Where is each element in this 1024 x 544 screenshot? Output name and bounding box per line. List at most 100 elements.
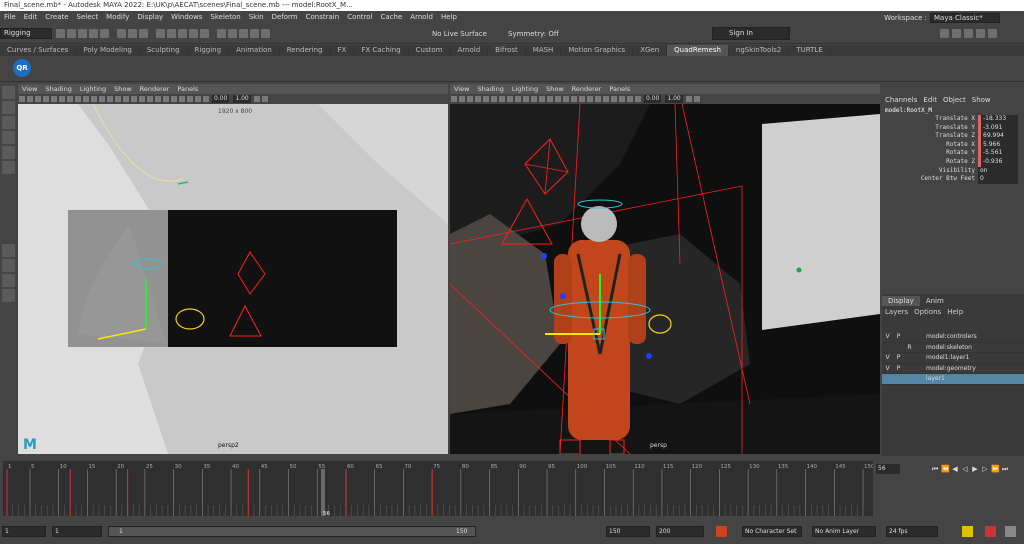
color-management-icon[interactable]	[253, 96, 260, 102]
shelf-tab-animation[interactable]: Animation	[229, 45, 280, 56]
menu-arnold[interactable]: Arnold	[406, 11, 437, 24]
vp-menu-lighting[interactable]: Lighting	[76, 84, 110, 94]
layer-color-swatch[interactable]	[915, 343, 926, 353]
menu-file[interactable]: File	[0, 11, 20, 24]
symmetry-label[interactable]: Symmetry: Off	[508, 30, 559, 38]
render-icon[interactable]	[239, 29, 248, 38]
workspace-dropdown[interactable]: Maya Classic*	[930, 12, 1000, 23]
motion-blur-icon[interactable]	[587, 96, 593, 102]
layer-color-swatch[interactable]	[915, 374, 926, 384]
lasso-tool-icon[interactable]	[2, 101, 15, 114]
layer-tab-display[interactable]: Display	[882, 296, 920, 306]
vp-menu-show[interactable]: Show	[110, 84, 136, 94]
playback-start-field[interactable]: 1	[52, 526, 102, 537]
bookmark-icon[interactable]	[27, 96, 33, 102]
snap-curve-icon[interactable]	[167, 29, 176, 38]
step-back-key-icon[interactable]: ⏪	[941, 465, 950, 473]
textured-icon[interactable]	[123, 96, 129, 102]
shelf-tab-arnold[interactable]: Arnold	[451, 45, 489, 56]
layer-row[interactable]: V Pmodel:controlers	[882, 332, 1024, 343]
layer-display-type[interactable]	[904, 332, 915, 342]
smooth-shade-icon[interactable]	[539, 96, 545, 102]
shelf-tab-sculpting[interactable]: Sculpting	[140, 45, 188, 56]
tool-settings-icon[interactable]	[964, 29, 973, 38]
cb-menu-channels[interactable]: Channels	[882, 94, 920, 106]
menu-deform[interactable]: Deform	[268, 11, 302, 24]
fps-dropdown[interactable]: 24 fps	[886, 526, 938, 537]
xray-joints-icon[interactable]	[195, 96, 201, 102]
shelf-tab-fx[interactable]: FX	[331, 45, 355, 56]
layer-display-type[interactable]	[904, 353, 915, 363]
xray-joints-icon[interactable]	[627, 96, 633, 102]
loop-icon[interactable]	[962, 526, 973, 537]
open-scene-icon[interactable]	[67, 29, 76, 38]
undo-icon[interactable]	[89, 29, 98, 38]
layer-menu-layers[interactable]: Layers	[882, 308, 911, 316]
layer-playback[interactable]: P	[893, 364, 904, 374]
camera-attr-icon[interactable]	[451, 96, 457, 102]
shelf-tab-poly[interactable]: Poly Modeling	[76, 45, 140, 56]
cb-attr-value[interactable]: -5.561	[978, 149, 1018, 158]
cb-menu-object[interactable]: Object	[940, 94, 969, 106]
grid-icon[interactable]	[43, 96, 49, 102]
select-hierarchy-icon[interactable]	[117, 29, 126, 38]
cb-attr-row[interactable]: Translate X -18.333	[882, 115, 1024, 124]
channel-box-icon[interactable]	[976, 29, 985, 38]
vp-menu-panels[interactable]: Panels	[173, 84, 202, 94]
gamma-field[interactable]: 1.00	[233, 95, 251, 103]
shelf-tab-mash[interactable]: MASH	[526, 45, 562, 56]
layer-row[interactable]: Rmodel:skeleton	[882, 343, 1024, 353]
view-transform-icon[interactable]	[261, 96, 268, 102]
anim-layer-dropdown[interactable]: No Anim Layer	[812, 526, 876, 537]
layer-menu-options[interactable]: Options	[911, 308, 944, 316]
shelf-tab-rigging[interactable]: Rigging	[188, 45, 230, 56]
film-gate-icon[interactable]	[51, 96, 57, 102]
menu-modify[interactable]: Modify	[102, 11, 133, 24]
exposure-field[interactable]: 0.00	[644, 95, 662, 103]
lights-icon[interactable]	[563, 96, 569, 102]
cb-attr-value[interactable]: 0	[978, 175, 1018, 184]
scale-tool-icon[interactable]	[2, 161, 15, 174]
vp-menu-view[interactable]: View	[18, 84, 41, 94]
layer-menu-help[interactable]: Help	[944, 308, 966, 316]
shelf-tab-ngskintools[interactable]: ngSkinTools2	[729, 45, 790, 56]
layer-visibility[interactable]: V	[882, 353, 893, 363]
cb-attr-row[interactable]: Translate Z 69.994	[882, 132, 1024, 141]
isolate-select-icon[interactable]	[179, 96, 185, 102]
safe-title-icon[interactable]	[91, 96, 97, 102]
move-tool-icon[interactable]	[2, 131, 15, 144]
cb-menu-edit[interactable]: Edit	[920, 94, 940, 106]
menu-skeleton[interactable]: Skeleton	[206, 11, 244, 24]
animation-end-field[interactable]: 200	[656, 526, 704, 537]
xray-icon[interactable]	[187, 96, 193, 102]
four-view-icon[interactable]	[2, 259, 15, 272]
depth-of-field-icon[interactable]	[603, 96, 609, 102]
cb-attr-value[interactable]: 5.966	[978, 140, 1018, 150]
safe-action-icon[interactable]	[515, 96, 521, 102]
viewport-right-canvas[interactable]: persp	[450, 104, 880, 454]
cb-attr-row[interactable]: Translate Y -3.091	[882, 123, 1024, 133]
ipr-icon[interactable]	[250, 29, 259, 38]
menu-edit[interactable]: Edit	[20, 11, 42, 24]
image-plane-icon[interactable]	[35, 96, 41, 102]
cb-attr-row[interactable]: Rotate Y -5.561	[882, 149, 1024, 158]
modeling-toolkit-icon[interactable]	[940, 29, 949, 38]
wireframe-icon[interactable]	[531, 96, 537, 102]
vp-menu-renderer[interactable]: Renderer	[136, 84, 174, 94]
new-scene-icon[interactable]	[56, 29, 65, 38]
safe-action-icon[interactable]	[83, 96, 89, 102]
layer-playback[interactable]: P	[893, 353, 904, 363]
current-frame-field[interactable]: 56	[876, 464, 900, 474]
two-view-icon[interactable]	[2, 274, 15, 287]
layer-row-selected[interactable]: layer1	[882, 374, 1024, 385]
menu-windows[interactable]: Windows	[167, 11, 206, 24]
cb-object-name[interactable]: model:RootX_M	[882, 106, 1024, 115]
layer-tab-anim[interactable]: Anim	[920, 296, 950, 306]
shelf-tab-quadremesh[interactable]: QuadRemesh	[667, 45, 729, 56]
layer-display-type[interactable]	[904, 364, 915, 374]
shadows-icon[interactable]	[571, 96, 577, 102]
anti-aliasing-icon[interactable]	[595, 96, 601, 102]
backface-icon[interactable]	[203, 96, 209, 102]
cb-attr-row[interactable]: Rotate Z -0.936	[882, 157, 1024, 167]
shelf-tab-custom[interactable]: Custom	[409, 45, 451, 56]
